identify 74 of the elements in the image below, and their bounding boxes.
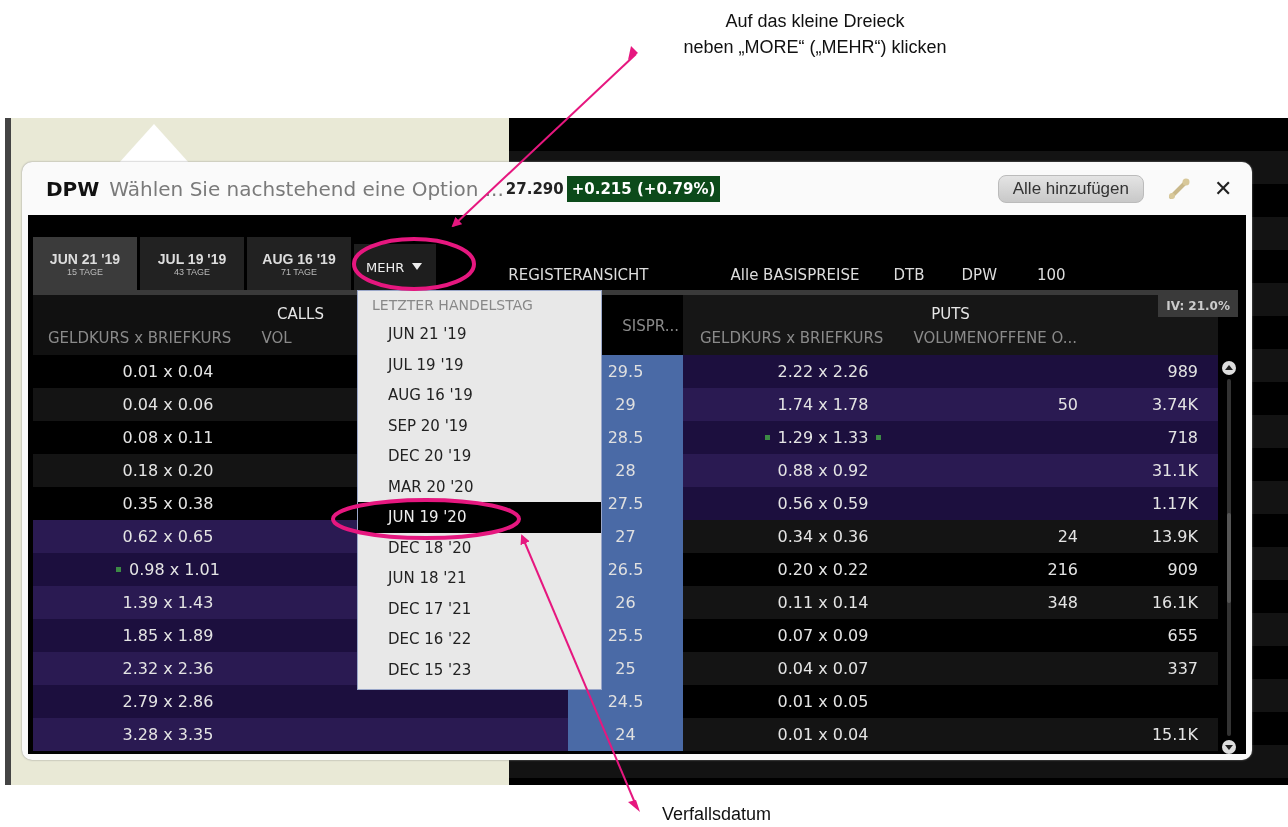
quote-cell: 0.35 x 0.38 (122, 494, 214, 513)
quote-cell: 0.01 x 0.04 (777, 725, 869, 744)
strike-cell: 24.5 (568, 685, 683, 718)
table-cell: 1.17K (1151, 494, 1198, 513)
iv-badge: IV: 21.0% (1158, 295, 1238, 317)
table-cell: 50 (1057, 395, 1078, 414)
quote-cell: 2.22 x 2.26 (777, 362, 869, 381)
table-cell: 337 (1167, 659, 1198, 678)
annotation-text: neben „MORE“ („MEHR“) klicken (683, 36, 947, 59)
scroll-down-icon (1222, 740, 1236, 754)
table-cell: 15.1K (1151, 725, 1198, 744)
quote-cell: 0.98 x 1.01 (129, 560, 220, 579)
quote-cell: 1.39 x 1.43 (122, 593, 214, 612)
info-label: REGISTERANSICHT (508, 266, 649, 286)
quote-cell: 0.07 x 0.09 (777, 626, 869, 645)
change-badge: +0.215 (+0.79%) (566, 175, 721, 202)
quote-cell: 0.11 x 0.14 (777, 593, 869, 612)
quote-cell: 0.18 x 0.20 (122, 461, 214, 480)
scrollbar[interactable] (1227, 379, 1231, 736)
quote-cell: 0.62 x 0.65 (122, 527, 214, 546)
quote-cell: 0.34 x 0.36 (777, 527, 869, 546)
quote-cell: 0.01 x 0.04 (122, 362, 214, 381)
column-header: GELDKURS x BRIEFKURS (700, 329, 884, 347)
table-cell: 989 (1167, 362, 1198, 381)
strike-cell: 24 (568, 718, 683, 751)
annotation-text: Verfallsdatum (662, 804, 772, 824)
menu-item[interactable]: JUN 19 '20 (358, 502, 601, 533)
table-cell: 348 (1047, 593, 1078, 612)
quote-cell: 0.20 x 0.22 (777, 560, 869, 579)
expiry-tab[interactable]: AUG 16 '19 71 TAGE (247, 237, 351, 290)
column-header: GELDKURS x BRIEFKURS (48, 329, 232, 347)
annotation-text: Auf das kleine Dreieck (725, 10, 905, 33)
quote-cell: 2.32 x 2.36 (122, 659, 214, 678)
expiry-tab[interactable]: JUL 19 '19 43 TAGE (140, 237, 244, 290)
table-cell: 3.74K (1151, 395, 1198, 414)
window-title: Wählen Sie nachstehend eine Option ... (109, 176, 504, 201)
quote-cell: 1.29 x 1.33 (777, 428, 869, 447)
caret-icon (412, 263, 423, 271)
table-cell: 31.1K (1151, 461, 1198, 480)
menu-item[interactable]: JUN 21 '19 (358, 319, 601, 350)
section-title: CALLS (277, 305, 324, 323)
table-cell: 13.9K (1151, 527, 1198, 546)
quote-cell: 0.08 x 0.11 (122, 428, 214, 447)
table-cell: 24 (1057, 527, 1078, 546)
table-cell: 718 (1167, 428, 1198, 447)
info-label: Alle BASISPREISE (730, 266, 860, 286)
quote-cell: 2.79 x 2.86 (122, 692, 214, 711)
symbol-label: DPW (46, 176, 100, 201)
table-cell: 216 (1047, 560, 1078, 579)
column-header: VOLUMEN (913, 329, 988, 347)
column-header: SISPR... (622, 317, 679, 335)
info-label: 100 (1036, 266, 1066, 286)
add-all-button[interactable]: Alle hinzufügen (997, 174, 1144, 203)
section-title: PUTS (931, 305, 970, 323)
quote-cell: 0.88 x 0.92 (777, 461, 869, 480)
quote-cell: 0.04 x 0.06 (122, 395, 214, 414)
table-cell: 909 (1167, 560, 1198, 579)
quote-cell: 1.74 x 1.78 (777, 395, 869, 414)
expiry-tab[interactable]: JUN 21 '19 15 TAGE (33, 237, 137, 290)
quote-cell: 0.56 x 0.59 (777, 494, 869, 513)
column-header: VOL (261, 329, 292, 347)
quote-cell: 0.04 x 0.07 (777, 659, 869, 678)
scroll-up-icon (1222, 361, 1236, 375)
quote-cell: 0.01 x 0.05 (777, 692, 869, 711)
quote-cell: 1.85 x 1.89 (122, 626, 214, 645)
table-cell: 16.1K (1151, 593, 1198, 612)
quote-cell: 3.28 x 3.35 (122, 725, 214, 744)
table-cell: 655 (1167, 626, 1198, 645)
column-header: OFFENE O... (987, 329, 1077, 347)
info-label: DPW (961, 266, 997, 286)
menu-header: LETZTER HANDELSTAG (371, 296, 534, 315)
info-label: DTB (893, 266, 925, 286)
price-label: 27.290 (505, 179, 564, 198)
close-button[interactable]: ✕ (1208, 175, 1238, 202)
